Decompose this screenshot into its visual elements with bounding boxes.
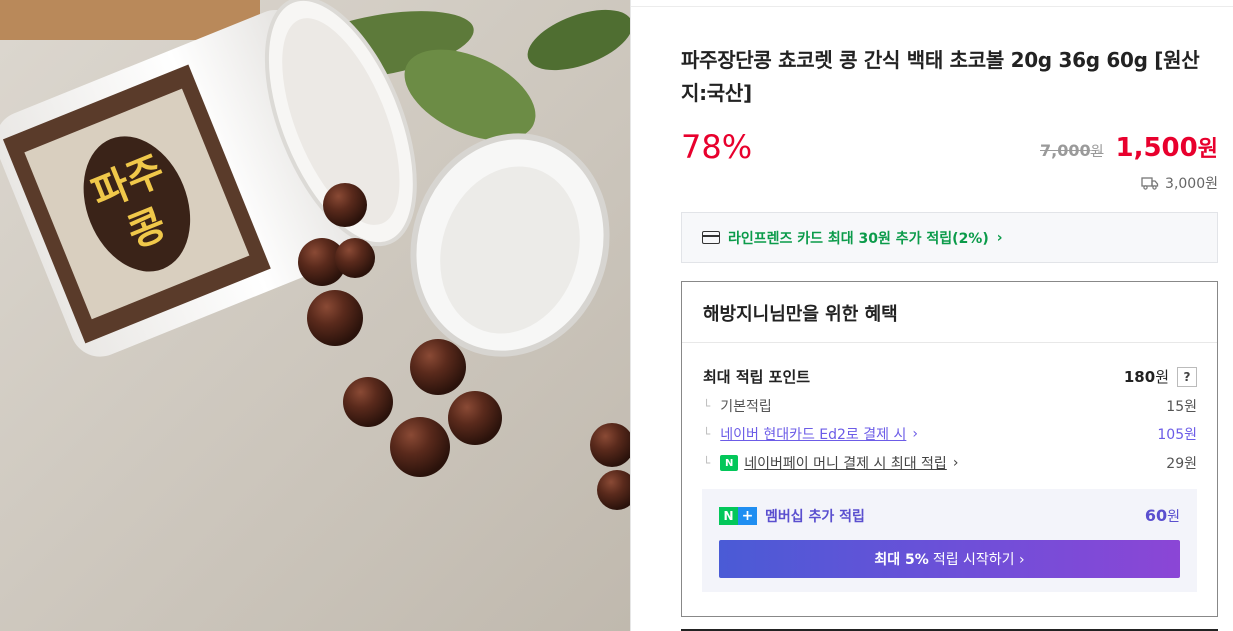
benefit-box: 해방지니님만을 위한 혜택 최대 적립 포인트 180원 ? └ 기본적립 15원… (681, 281, 1218, 617)
npay-points-amount: 29원 (1166, 456, 1197, 472)
max-points-label: 최대 적립 포인트 (703, 368, 811, 386)
product-image: 파주 콩 (0, 0, 630, 631)
membership-row: N + 멤버십 추가 적립 60원 (719, 506, 1180, 526)
sale-price: 1,500원 (1116, 131, 1219, 163)
tree-elbow-icon: └ (703, 427, 711, 441)
chevron-right-icon: › (912, 426, 918, 442)
chevron-right-icon: › (996, 229, 1003, 246)
max-points-value-wrap: 180원 ? (1124, 366, 1197, 387)
card-promo-banner[interactable]: 라인프렌즈 카드 최대 30원 추가 적립(2%) › (681, 212, 1218, 263)
product-title: 파주장단콩 쵸코렛 콩 간식 백태 초코볼 20g 36g 60g [원산지:국… (681, 48, 1200, 105)
benefit-divider (682, 342, 1217, 343)
membership-label: 멤버십 추가 적립 (765, 509, 865, 525)
hyundai-card-points-amount: 105원 (1157, 427, 1197, 443)
hyundai-card-points-row: └ 네이버 현대카드 Ed2로 결제 시 › 105원 (703, 424, 1197, 444)
original-price: 7,000원 (1040, 141, 1104, 161)
membership-amount: 60원 (1145, 506, 1180, 526)
card-promo-text[interactable]: 라인프렌즈 카드 최대 30원 추가 적립(2%) (728, 228, 989, 248)
tree-elbow-icon: └ (703, 399, 711, 413)
nplus-icon: N + (719, 507, 757, 525)
max-points-number: 180 (1123, 368, 1156, 386)
sale-price-unit: 원 (1197, 137, 1218, 162)
membership-box: N + 멤버십 추가 적립 60원 최대 5% 적립 시작하기 › (702, 489, 1197, 592)
image-divider (630, 0, 631, 631)
price-block: 7,000원 1,500원 (1040, 131, 1218, 163)
npay-icon: N (720, 455, 739, 471)
start-membership-button[interactable]: 최대 5% 적립 시작하기 › (719, 540, 1180, 578)
original-price-value: 7,000 (1040, 141, 1091, 160)
basic-points-row: └ 기본적립 15원 (703, 396, 1197, 416)
max-points-unit: 원 (1155, 368, 1169, 386)
npay-money-link[interactable]: 네이버페이 머니 결제 시 최대 적립 (744, 453, 947, 473)
discount-rate: 78% (681, 128, 753, 166)
sale-price-value: 1,500 (1115, 133, 1198, 163)
max-points-value: 180원 (1124, 366, 1169, 387)
membership-amount-unit: 원 (1167, 509, 1180, 525)
tree-elbow-icon: └ (703, 456, 711, 470)
help-icon[interactable]: ? (1177, 366, 1197, 387)
benefit-title: 해방지니님만을 위한 혜택 (703, 304, 898, 325)
truck-icon (1141, 177, 1159, 190)
original-price-unit: 원 (1090, 144, 1104, 160)
max-points-row: 최대 적립 포인트 180원 ? (703, 366, 1197, 387)
basic-points-label: 기본적립 (720, 399, 772, 415)
shipping-fee-text: 3,000원 (1165, 176, 1218, 192)
npay-points-row: └ N 네이버페이 머니 결제 시 최대 적립 › 29원 (703, 453, 1197, 473)
membership-amount-number: 60 (1144, 506, 1168, 525)
chevron-right-icon: › (952, 455, 959, 471)
shipping-fee: 3,000원 (1141, 173, 1218, 193)
hyundai-card-link[interactable]: 네이버 현대카드 Ed2로 결제 시 (720, 424, 906, 444)
card-icon (702, 231, 720, 244)
membership-button-strong: 최대 5% (874, 552, 929, 568)
membership-button-label: 적립 시작하기 › (932, 552, 1025, 568)
product-info-panel: 파주장단콩 쵸코렛 콩 간식 백태 초코볼 20g 36g 60g [원산지:국… (681, 0, 1218, 631)
basic-points-amount: 15원 (1166, 399, 1197, 415)
